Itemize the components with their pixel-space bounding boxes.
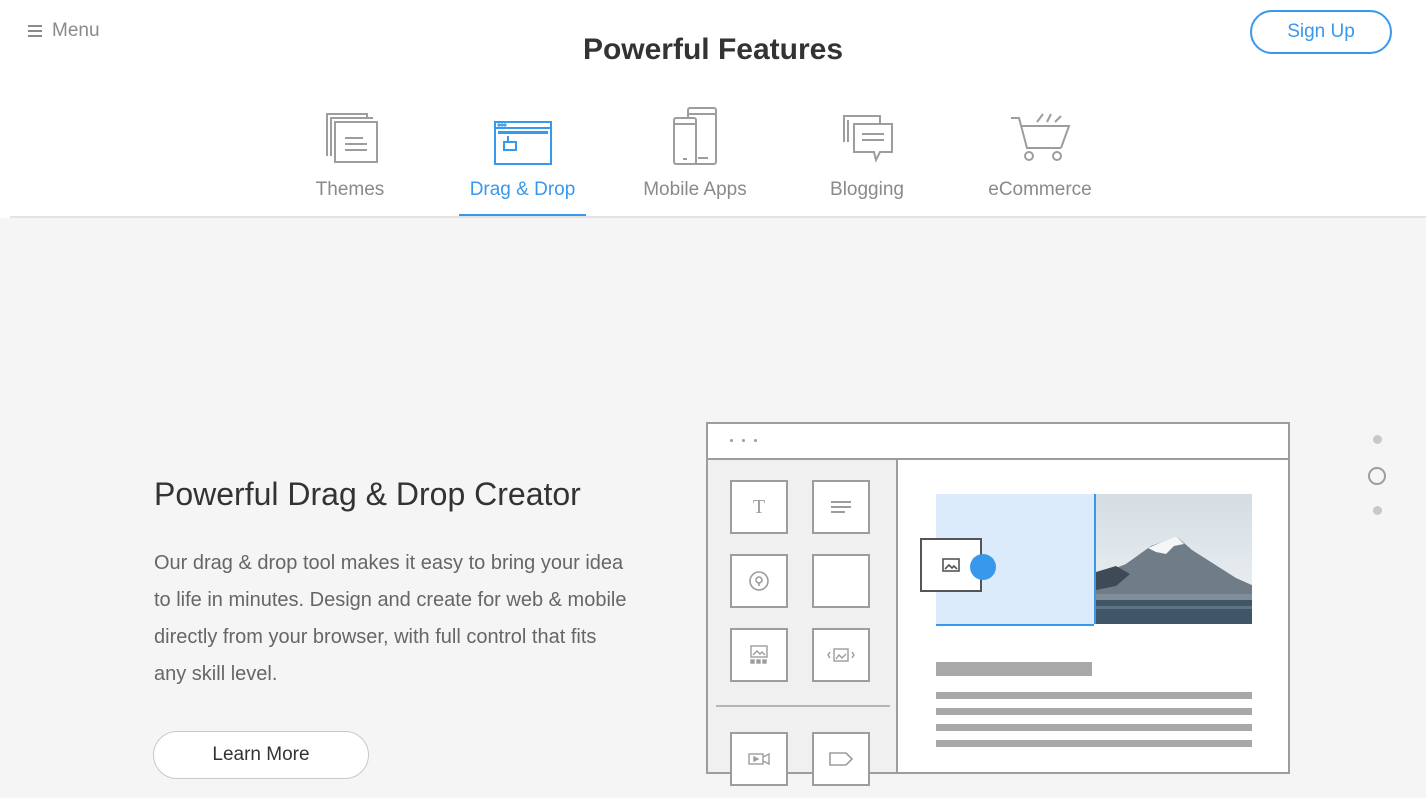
drag-drop-icon	[493, 121, 552, 165]
video-tile[interactable]	[730, 732, 788, 786]
themes-icon	[326, 113, 378, 163]
tab-ecommerce-label: eCommerce	[988, 179, 1092, 200]
text-line-placeholder	[936, 740, 1252, 747]
blank-tile[interactable]	[812, 554, 870, 608]
video-tile-icon	[748, 752, 770, 766]
text-line-placeholder	[936, 708, 1252, 715]
ecommerce-icon	[1011, 113, 1071, 161]
editor-titlebar	[708, 424, 1288, 460]
gallery-tile-icon	[750, 645, 768, 664]
tab-ecommerce[interactable]: eCommerce	[984, 100, 1096, 216]
pager-dot[interactable]	[1373, 435, 1382, 444]
feature-panel: Powerful Drag & Drop Creator Our drag & …	[0, 218, 1426, 798]
page-title: Powerful Features	[582, 33, 844, 66]
heading-placeholder	[936, 662, 1092, 676]
drag-handle[interactable]	[970, 554, 996, 580]
panel-separator	[716, 705, 890, 707]
tab-mobile-apps-label: Mobile Apps	[643, 179, 747, 200]
sign-up-button[interactable]: Sign Up	[1250, 10, 1392, 54]
paragraph-tile-icon	[831, 501, 851, 513]
tab-drag-drop-label: Drag & Drop	[469, 179, 576, 200]
tag-tile[interactable]	[812, 732, 870, 786]
pager-dot-active[interactable]	[1368, 467, 1386, 485]
tab-blogging[interactable]: Blogging	[826, 100, 908, 216]
paragraph-tile[interactable]	[812, 480, 870, 534]
learn-more-button[interactable]: Learn More	[153, 731, 369, 779]
mobile-apps-icon	[673, 107, 717, 165]
tab-mobile-apps[interactable]: Mobile Apps	[638, 100, 752, 216]
pager-dot[interactable]	[1373, 506, 1382, 515]
text-line-placeholder	[936, 724, 1252, 731]
blogging-icon	[843, 115, 893, 163]
elements-panel: T	[708, 460, 898, 786]
feature-headline: Powerful Drag & Drop Creator	[154, 476, 581, 512]
text-tile-icon: T	[752, 495, 766, 518]
image-placeholder-icon	[942, 558, 960, 572]
tab-themes-label: Themes	[315, 179, 385, 200]
feature-description: Our drag & drop tool makes it easy to br…	[154, 552, 627, 685]
editor-illustration: T	[706, 422, 1290, 786]
tab-themes[interactable]: Themes	[312, 100, 388, 216]
slider-tile-icon	[827, 648, 855, 662]
tab-drag-drop[interactable]: Drag & Drop	[459, 100, 586, 217]
tab-blogging-label: Blogging	[830, 179, 904, 200]
map-tile[interactable]	[730, 554, 788, 608]
window-dots-icon	[730, 439, 757, 442]
map-pin-tile-icon	[749, 571, 769, 591]
mountain-image	[1094, 494, 1252, 624]
editor-canvas	[898, 460, 1288, 772]
gallery-tile[interactable]	[730, 628, 788, 682]
feature-tabs: Themes Drag & Drop Mobile Apps Blogging …	[0, 100, 1426, 217]
slider-tile[interactable]	[812, 628, 870, 682]
text-line-placeholder	[936, 692, 1252, 699]
tag-tile-icon	[829, 752, 854, 766]
text-tile[interactable]: T	[730, 480, 788, 534]
